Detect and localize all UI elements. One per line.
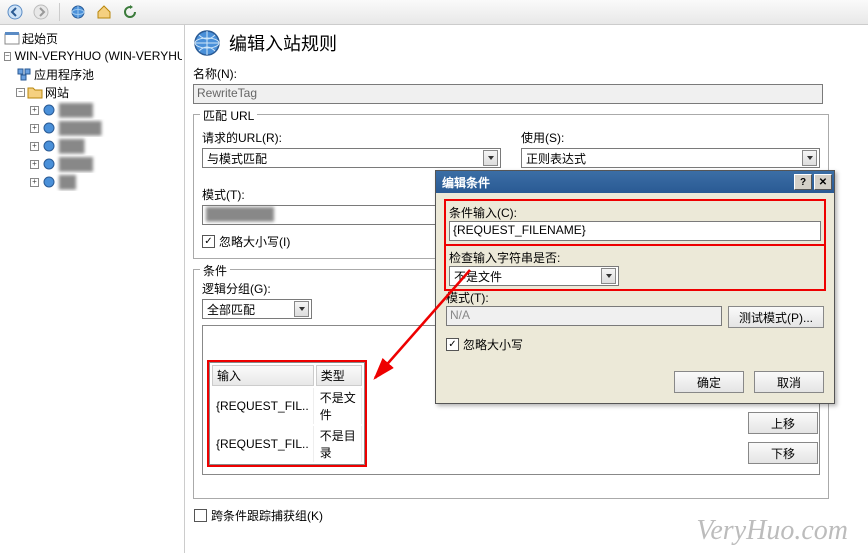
dialog-title: 编辑条件 bbox=[442, 174, 490, 191]
col-type[interactable]: 类型 bbox=[316, 365, 362, 386]
tree-site-item[interactable]: + ████ bbox=[2, 155, 182, 173]
using-select[interactable]: 正则表达式 bbox=[521, 148, 820, 168]
dlg-pattern-input: N/A bbox=[446, 306, 722, 326]
chevron-down-icon bbox=[483, 150, 498, 166]
app-pool-icon bbox=[16, 67, 32, 81]
test-pattern-button[interactable]: 测试模式(P)... bbox=[728, 306, 824, 328]
condition-input-field[interactable]: {REQUEST_FILENAME} bbox=[449, 221, 821, 241]
tree-start-page[interactable]: 起始页 bbox=[2, 29, 182, 47]
tree-label: 应用程序池 bbox=[34, 66, 94, 83]
expand-icon[interactable]: + bbox=[30, 106, 39, 115]
expand-icon[interactable]: + bbox=[30, 124, 39, 133]
collapse-icon[interactable]: − bbox=[16, 88, 25, 97]
globe-icon[interactable] bbox=[67, 2, 89, 22]
dropdown-value: 全部匹配 bbox=[207, 301, 255, 318]
back-button[interactable] bbox=[4, 2, 26, 22]
dropdown-value: 正则表达式 bbox=[526, 150, 586, 167]
expand-icon[interactable]: + bbox=[30, 142, 39, 151]
checkbox-icon: ✓ bbox=[202, 235, 215, 248]
tree-label: ██ bbox=[59, 175, 76, 189]
match-legend: 匹配 URL bbox=[200, 107, 257, 124]
tree-label: ████ bbox=[59, 103, 93, 117]
group-select[interactable]: 全部匹配 bbox=[202, 299, 312, 319]
forward-button[interactable] bbox=[30, 2, 52, 22]
dialog-titlebar[interactable]: 编辑条件 ? ✕ bbox=[436, 171, 834, 193]
globe-icon bbox=[41, 175, 57, 189]
tree-label: ████ bbox=[59, 157, 93, 171]
checkbox-label: 跨条件跟踪捕获组(K) bbox=[211, 507, 323, 524]
track-capture-checkbox[interactable]: 跨条件跟踪捕获组(K) bbox=[194, 507, 323, 524]
home-icon[interactable] bbox=[93, 2, 115, 22]
conditions-table-highlight: 输入类型 {REQUEST_FIL..不是文件 {REQUEST_FIL..不是… bbox=[207, 360, 367, 467]
tree-site-item[interactable]: + ██ bbox=[2, 173, 182, 191]
tree-server[interactable]: − WIN-VERYHUO (WIN-VERYHUO\Very bbox=[2, 47, 182, 65]
table-row[interactable]: {REQUEST_FIL..不是文件 bbox=[212, 388, 362, 424]
page-icon bbox=[193, 29, 221, 57]
chevron-down-icon bbox=[294, 301, 309, 317]
tree-site-item[interactable]: + ████ bbox=[2, 101, 182, 119]
chevron-down-icon bbox=[601, 268, 616, 284]
start-icon bbox=[4, 31, 20, 45]
tree-label: WIN-VERYHUO (WIN-VERYHUO\Very bbox=[15, 49, 182, 63]
dlg-pattern-label: 模式(T): bbox=[446, 289, 824, 306]
using-label: 使用(S): bbox=[521, 129, 820, 146]
check-label: 检查输入字符串是否: bbox=[449, 249, 821, 266]
tree-label: █████ bbox=[59, 121, 102, 135]
col-input[interactable]: 输入 bbox=[212, 365, 314, 386]
conditions-table[interactable]: 输入类型 {REQUEST_FIL..不是文件 {REQUEST_FIL..不是… bbox=[209, 362, 365, 465]
dlg-ignore-case-checkbox[interactable]: ✓ 忽略大小写 bbox=[446, 336, 824, 353]
conditions-legend: 条件 bbox=[200, 262, 230, 279]
condition-input-label: 条件输入(C): bbox=[449, 204, 821, 221]
folder-icon bbox=[27, 85, 43, 99]
top-toolbar bbox=[0, 0, 868, 25]
help-button[interactable]: ? bbox=[794, 174, 812, 190]
cancel-button[interactable]: 取消 bbox=[754, 371, 824, 393]
table-row[interactable]: {REQUEST_FIL..不是目录 bbox=[212, 426, 362, 462]
page-title: 编辑入站规则 bbox=[229, 30, 337, 56]
name-label: 名称(N): bbox=[193, 65, 860, 82]
checkbox-label: 忽略大小写 bbox=[463, 336, 523, 353]
refresh-icon[interactable] bbox=[119, 2, 141, 22]
tree-site-item[interactable]: + ███ bbox=[2, 137, 182, 155]
chevron-down-icon bbox=[802, 150, 817, 166]
globe-icon bbox=[41, 139, 57, 153]
globe-icon bbox=[41, 121, 57, 135]
tree-label: 网站 bbox=[45, 84, 69, 101]
tree-app-pools[interactable]: 应用程序池 bbox=[2, 65, 182, 83]
expand-icon[interactable]: + bbox=[30, 178, 39, 187]
connections-tree: 起始页 − WIN-VERYHUO (WIN-VERYHUO\Very 应用程序… bbox=[0, 25, 185, 553]
globe-icon bbox=[41, 157, 57, 171]
globe-icon bbox=[41, 103, 57, 117]
requested-url-select[interactable]: 与模式匹配 bbox=[202, 148, 501, 168]
close-button[interactable]: ✕ bbox=[814, 174, 832, 190]
name-input[interactable]: RewriteTag bbox=[193, 84, 823, 104]
dropdown-value: 与模式匹配 bbox=[207, 150, 267, 167]
checkbox-icon: ✓ bbox=[446, 338, 459, 351]
check-select[interactable]: 不是文件 bbox=[449, 266, 619, 286]
move-up-button[interactable]: 上移 bbox=[748, 412, 818, 434]
edit-condition-dialog: 编辑条件 ? ✕ 条件输入(C): {REQUEST_FILENAME} 检查输… bbox=[435, 170, 835, 404]
tree-sites[interactable]: − 网站 bbox=[2, 83, 182, 101]
checkbox-icon bbox=[194, 509, 207, 522]
tree-site-item[interactable]: + █████ bbox=[2, 119, 182, 137]
tree-label: ███ bbox=[59, 139, 85, 153]
tree-label: 起始页 bbox=[22, 30, 58, 47]
expand-icon[interactable]: + bbox=[30, 160, 39, 169]
dropdown-value: 不是文件 bbox=[454, 268, 502, 285]
requested-url-label: 请求的URL(R): bbox=[202, 129, 501, 146]
move-down-button[interactable]: 下移 bbox=[748, 442, 818, 464]
checkbox-label: 忽略大小写(I) bbox=[219, 233, 290, 250]
collapse-icon[interactable]: − bbox=[4, 52, 11, 61]
ok-button[interactable]: 确定 bbox=[674, 371, 744, 393]
